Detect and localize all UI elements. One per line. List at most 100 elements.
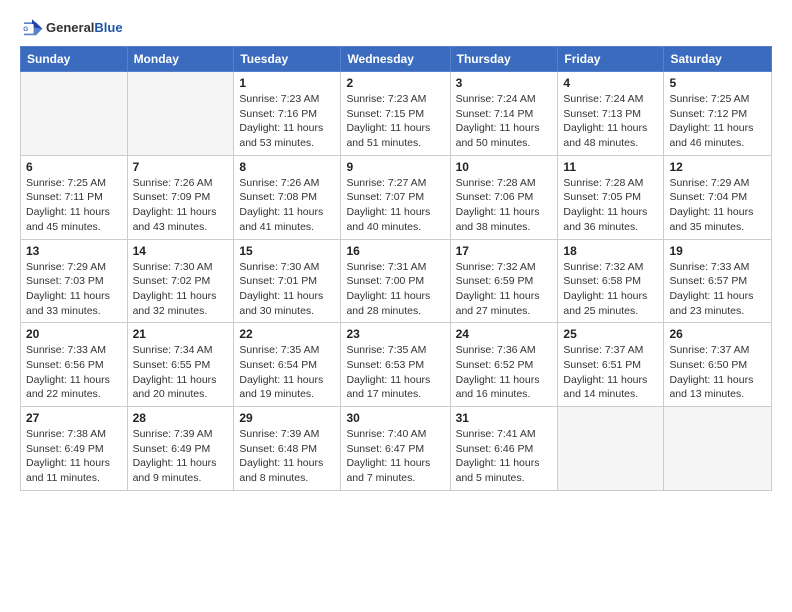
table-row: 26 Sunrise: 7:37 AMSunset: 6:50 PMDayligh… <box>664 323 772 407</box>
table-row: 23 Sunrise: 7:35 AMSunset: 6:53 PMDayligh… <box>341 323 450 407</box>
col-sunday: Sunday <box>21 47 128 72</box>
table-row: 11Sunrise: 7:28 AMSunset: 7:05 PMDayligh… <box>558 155 664 239</box>
day-number: 4 <box>563 76 658 90</box>
day-number: 6 <box>26 160 122 174</box>
calendar-header-row: Sunday Monday Tuesday Wednesday Thursday… <box>21 47 772 72</box>
calendar-week-row: 6 Sunrise: 7:25 AMSunset: 7:11 PMDaylight… <box>21 155 772 239</box>
table-row: 20 Sunrise: 7:33 AMSunset: 6:56 PMDayligh… <box>21 323 128 407</box>
table-row: 13 Sunrise: 7:29 AMSunset: 7:03 PMDayligh… <box>21 239 128 323</box>
day-number: 1 <box>239 76 335 90</box>
calendar-week-row: 27Sunrise: 7:38 AMSunset: 6:49 PMDayligh… <box>21 407 772 491</box>
table-row: 18Sunrise: 7:32 AMSunset: 6:58 PMDayligh… <box>558 239 664 323</box>
table-row: 30Sunrise: 7:40 AMSunset: 6:47 PMDayligh… <box>341 407 450 491</box>
col-thursday: Thursday <box>450 47 558 72</box>
col-friday: Friday <box>558 47 664 72</box>
day-number: 26 <box>669 327 766 341</box>
table-row: 8 Sunrise: 7:26 AMSunset: 7:08 PMDaylight… <box>234 155 341 239</box>
day-number: 2 <box>346 76 444 90</box>
table-row: 16Sunrise: 7:31 AMSunset: 7:00 PMDayligh… <box>341 239 450 323</box>
day-info: Sunrise: 7:24 AMSunset: 7:14 PMDaylight:… <box>456 92 553 151</box>
table-row: 14 Sunrise: 7:30 AMSunset: 7:02 PMDayligh… <box>127 239 234 323</box>
day-number: 18 <box>563 244 658 258</box>
day-info: Sunrise: 7:27 AMSunset: 7:07 PMDaylight:… <box>346 176 444 235</box>
logo-blue: Blue <box>94 20 122 35</box>
table-row <box>664 407 772 491</box>
day-number: 8 <box>239 160 335 174</box>
day-number: 27 <box>26 411 122 425</box>
day-number: 13 <box>26 244 122 258</box>
day-info: Sunrise: 7:39 AMSunset: 6:48 PMDaylight:… <box>239 427 335 486</box>
day-info: Sunrise: 7:24 AMSunset: 7:13 PMDaylight:… <box>563 92 658 151</box>
day-info: Sunrise: 7:29 AMSunset: 7:03 PMDaylight:… <box>26 260 122 319</box>
day-info: Sunrise: 7:32 AMSunset: 6:59 PMDaylight:… <box>456 260 553 319</box>
day-number: 28 <box>133 411 229 425</box>
logo: G GeneralBlue <box>20 16 123 40</box>
table-row: 9 Sunrise: 7:27 AMSunset: 7:07 PMDaylight… <box>341 155 450 239</box>
calendar-week-row: 20 Sunrise: 7:33 AMSunset: 6:56 PMDayligh… <box>21 323 772 407</box>
day-info: Sunrise: 7:33 AMSunset: 6:56 PMDaylight:… <box>26 343 122 402</box>
logo-icon: G <box>20 16 44 40</box>
table-row: 17 Sunrise: 7:32 AMSunset: 6:59 PMDayligh… <box>450 239 558 323</box>
day-info: Sunrise: 7:36 AMSunset: 6:52 PMDaylight:… <box>456 343 553 402</box>
day-info: Sunrise: 7:39 AMSunset: 6:49 PMDaylight:… <box>133 427 229 486</box>
day-info: Sunrise: 7:37 AMSunset: 6:50 PMDaylight:… <box>669 343 766 402</box>
day-number: 14 <box>133 244 229 258</box>
table-row: 19Sunrise: 7:33 AMSunset: 6:57 PMDayligh… <box>664 239 772 323</box>
day-info: Sunrise: 7:25 AMSunset: 7:11 PMDaylight:… <box>26 176 122 235</box>
day-number: 20 <box>26 327 122 341</box>
day-number: 30 <box>346 411 444 425</box>
day-info: Sunrise: 7:23 AMSunset: 7:15 PMDaylight:… <box>346 92 444 151</box>
day-number: 7 <box>133 160 229 174</box>
table-row <box>21 72 128 156</box>
day-number: 25 <box>563 327 658 341</box>
day-info: Sunrise: 7:23 AMSunset: 7:16 PMDaylight:… <box>239 92 335 151</box>
page-container: G GeneralBlue Sunday Monday Tuesday Wedn… <box>0 0 792 501</box>
day-info: Sunrise: 7:28 AMSunset: 7:05 PMDaylight:… <box>563 176 658 235</box>
header: G GeneralBlue <box>20 16 772 40</box>
day-number: 12 <box>669 160 766 174</box>
table-row: 24 Sunrise: 7:36 AMSunset: 6:52 PMDayligh… <box>450 323 558 407</box>
day-number: 31 <box>456 411 553 425</box>
table-row: 12Sunrise: 7:29 AMSunset: 7:04 PMDayligh… <box>664 155 772 239</box>
day-number: 29 <box>239 411 335 425</box>
table-row: 28 Sunrise: 7:39 AMSunset: 6:49 PMDayligh… <box>127 407 234 491</box>
calendar-week-row: 13 Sunrise: 7:29 AMSunset: 7:03 PMDayligh… <box>21 239 772 323</box>
table-row: 7 Sunrise: 7:26 AMSunset: 7:09 PMDaylight… <box>127 155 234 239</box>
day-info: Sunrise: 7:28 AMSunset: 7:06 PMDaylight:… <box>456 176 553 235</box>
day-number: 21 <box>133 327 229 341</box>
table-row: 1 Sunrise: 7:23 AMSunset: 7:16 PMDaylight… <box>234 72 341 156</box>
table-row: 5 Sunrise: 7:25 AMSunset: 7:12 PMDaylight… <box>664 72 772 156</box>
svg-text:G: G <box>23 26 28 33</box>
day-info: Sunrise: 7:35 AMSunset: 6:53 PMDaylight:… <box>346 343 444 402</box>
table-row: 4 Sunrise: 7:24 AMSunset: 7:13 PMDaylight… <box>558 72 664 156</box>
table-row: 2 Sunrise: 7:23 AMSunset: 7:15 PMDaylight… <box>341 72 450 156</box>
day-info: Sunrise: 7:30 AMSunset: 7:02 PMDaylight:… <box>133 260 229 319</box>
col-saturday: Saturday <box>664 47 772 72</box>
table-row: 3 Sunrise: 7:24 AMSunset: 7:14 PMDaylight… <box>450 72 558 156</box>
day-number: 23 <box>346 327 444 341</box>
table-row: 10Sunrise: 7:28 AMSunset: 7:06 PMDayligh… <box>450 155 558 239</box>
day-info: Sunrise: 7:26 AMSunset: 7:09 PMDaylight:… <box>133 176 229 235</box>
day-info: Sunrise: 7:34 AMSunset: 6:55 PMDaylight:… <box>133 343 229 402</box>
day-number: 5 <box>669 76 766 90</box>
logo-general: General <box>46 20 94 35</box>
logo-text: GeneralBlue <box>46 20 123 36</box>
col-tuesday: Tuesday <box>234 47 341 72</box>
day-info: Sunrise: 7:25 AMSunset: 7:12 PMDaylight:… <box>669 92 766 151</box>
day-info: Sunrise: 7:26 AMSunset: 7:08 PMDaylight:… <box>239 176 335 235</box>
col-monday: Monday <box>127 47 234 72</box>
day-info: Sunrise: 7:30 AMSunset: 7:01 PMDaylight:… <box>239 260 335 319</box>
day-number: 16 <box>346 244 444 258</box>
day-info: Sunrise: 7:37 AMSunset: 6:51 PMDaylight:… <box>563 343 658 402</box>
table-row: 22Sunrise: 7:35 AMSunset: 6:54 PMDayligh… <box>234 323 341 407</box>
day-number: 15 <box>239 244 335 258</box>
calendar: Sunday Monday Tuesday Wednesday Thursday… <box>20 46 772 491</box>
day-number: 17 <box>456 244 553 258</box>
day-number: 24 <box>456 327 553 341</box>
day-number: 9 <box>346 160 444 174</box>
day-number: 3 <box>456 76 553 90</box>
day-info: Sunrise: 7:33 AMSunset: 6:57 PMDaylight:… <box>669 260 766 319</box>
day-info: Sunrise: 7:41 AMSunset: 6:46 PMDaylight:… <box>456 427 553 486</box>
table-row: 31 Sunrise: 7:41 AMSunset: 6:46 PMDayligh… <box>450 407 558 491</box>
table-row <box>558 407 664 491</box>
